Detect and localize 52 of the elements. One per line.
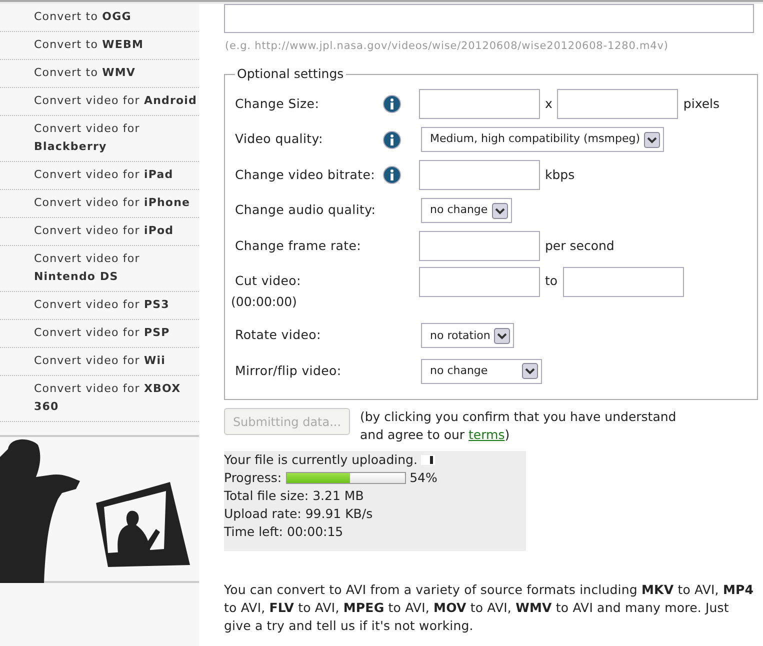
sidebar-link[interactable]: Convert video for Nintendo DS <box>0 246 199 292</box>
sidebar-link[interactable]: Convert video for PSP <box>0 320 199 348</box>
progress-percent: 54% <box>410 469 438 487</box>
unit-label: to <box>545 272 558 290</box>
sidebar-link[interactable]: Convert video for iPhone <box>0 190 199 218</box>
field-label: Rotate video: <box>235 326 322 344</box>
url-example-hint: (e.g. http://www.jpl.nasa.gov/videos/wise/20120608/wise20120608-1280.m4v) <box>225 39 670 54</box>
text-input-field[interactable] <box>419 231 540 261</box>
consent-note: (by clicking you confirm that you have understand and agree to our terms) <box>360 408 678 444</box>
progress-label: Progress: <box>224 469 282 487</box>
sidebar-link[interactable]: Convert video for Wii <box>0 348 199 376</box>
dropdown-select[interactable]: no change <box>421 198 512 223</box>
sidebar-link[interactable]: Convert video for XBOX 360 <box>0 376 199 422</box>
sidebar-link[interactable]: Convert video for Android <box>0 88 199 116</box>
info-icon[interactable] <box>383 166 401 184</box>
field-label: Change frame rate: <box>235 236 362 255</box>
upload-info-text: Total file size: 3.21 MB <box>224 487 365 505</box>
url-input-field[interactable] <box>224 4 754 33</box>
field-label: Change audio quality: <box>235 201 377 220</box>
upload-info-text: Upload rate: 99.91 KB/s <box>224 505 374 523</box>
sidebar-link[interactable]: Convert video for PS3 <box>0 292 199 320</box>
text-input-field[interactable] <box>557 89 678 119</box>
text-input-field[interactable] <box>419 160 540 190</box>
text-input-field[interactable] <box>419 89 540 119</box>
unit-label: pixels <box>683 94 720 113</box>
sidebar-link[interactable]: Convert to WEBM <box>0 32 199 60</box>
field-note: (00:00:00) <box>231 293 298 312</box>
sidebar-link[interactable]: Convert to OGG <box>0 4 199 32</box>
loading-icon <box>421 455 436 465</box>
unit-label: per second <box>545 236 614 255</box>
sidebar-link[interactable]: Convert video for Blackberry <box>0 116 199 162</box>
text-input-field[interactable] <box>562 266 684 296</box>
text-input-field[interactable] <box>419 266 540 296</box>
upload-status-text: Your file is currently uploading. <box>224 451 418 469</box>
field-label: Change Size: <box>235 94 320 113</box>
field-label: Cut video: <box>235 272 302 290</box>
upload-info-text: Time left: 00:00:15 <box>224 523 344 541</box>
sidebar-link[interactable]: Convert video for iPad <box>0 162 199 190</box>
sidebar-link[interactable]: Convert to WMV <box>0 60 199 88</box>
unit-label: kbps <box>545 166 575 184</box>
field-label: Change video bitrate: <box>235 166 376 184</box>
field-label: Video quality: <box>235 130 324 148</box>
description-text: You can convert to AVI from a variety of source formats including MKV to AVI, MP4 to AVI, FLV to AVI, MPEG to AVI, MOV to AVI, WMV to AVI and many more. Just give a try and tell us if it's not working. <box>224 581 754 635</box>
dropdown-select[interactable]: no rotation <box>421 323 514 348</box>
dropdown-select[interactable]: no change <box>421 358 542 384</box>
dropdown-select[interactable]: Medium, high compatibility (msmpeg) <box>421 127 664 152</box>
settings-legend: Optional settings <box>235 68 346 80</box>
field-label: Mirror/flip video: <box>235 362 342 380</box>
sidebar-link[interactable]: Convert video for iPod <box>0 218 199 246</box>
info-icon[interactable] <box>383 95 401 114</box>
info-icon[interactable] <box>383 130 401 149</box>
unit-label: x <box>545 94 552 113</box>
